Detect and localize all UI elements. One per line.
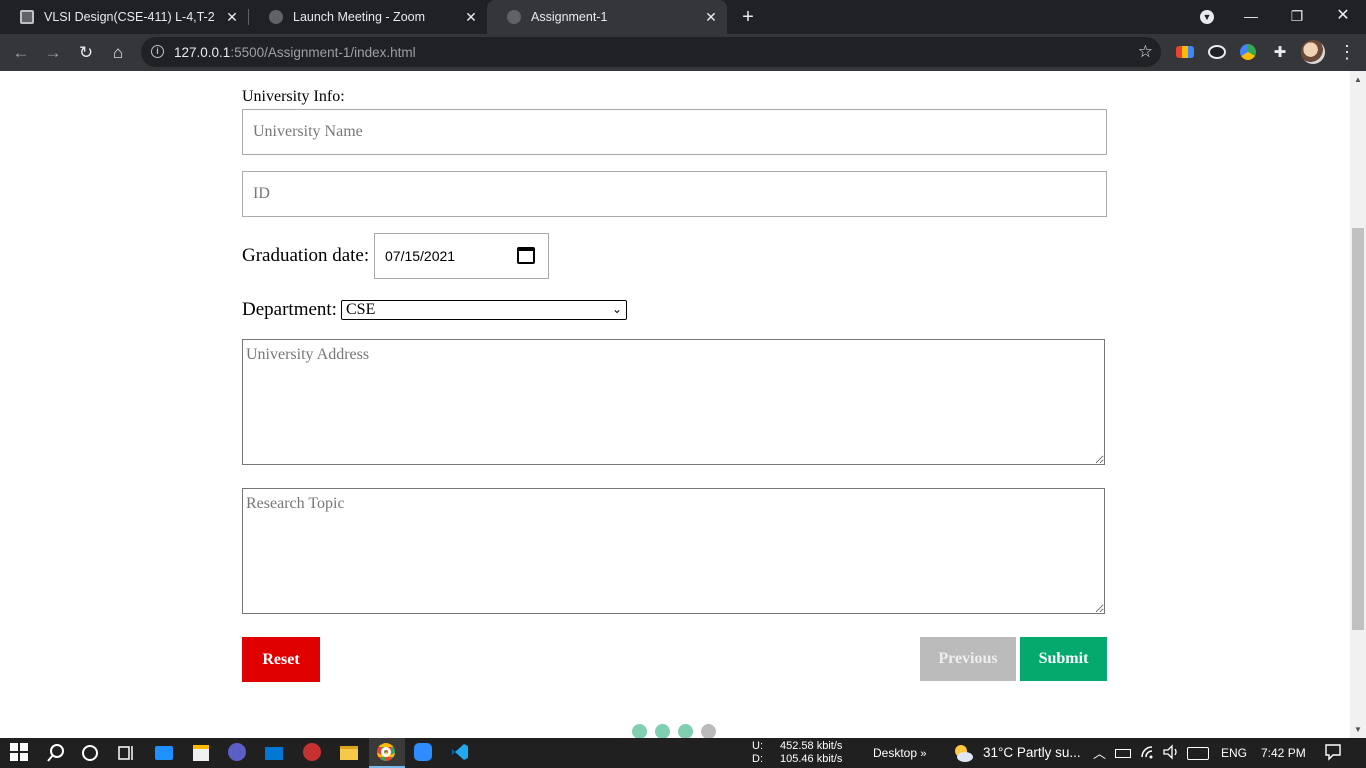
chevron-down-icon: ⌄ bbox=[611, 302, 622, 316]
tab-title: Assignment-1 bbox=[531, 10, 608, 24]
tab-zoom-meeting[interactable]: Launch Meeting - Zoom ✕ bbox=[249, 0, 487, 34]
graduation-date-value: 07/15/2021 bbox=[385, 248, 456, 264]
university-name-input[interactable] bbox=[242, 109, 1107, 155]
url-text[interactable]: 127.0.0.1:5500/Assignment-1/index.html bbox=[174, 45, 416, 60]
extension-icon[interactable] bbox=[1176, 46, 1194, 58]
department-label: Department: bbox=[242, 299, 337, 320]
forward-icon[interactable]: → bbox=[42, 42, 64, 64]
app-icon[interactable] bbox=[228, 743, 248, 763]
previous-button[interactable]: Previous bbox=[920, 637, 1016, 681]
university-address-textarea[interactable] bbox=[242, 339, 1105, 465]
reload-icon[interactable]: ↻ bbox=[75, 42, 97, 64]
close-tab-icon[interactable]: ✕ bbox=[703, 9, 719, 25]
graduation-date-input[interactable]: 07/15/2021 bbox=[374, 233, 549, 279]
home-icon[interactable]: ⌂ bbox=[107, 42, 129, 64]
store-icon[interactable] bbox=[191, 743, 211, 763]
file-explorer-icon[interactable] bbox=[340, 743, 360, 763]
app-icon[interactable] bbox=[155, 743, 175, 763]
chrome-icon[interactable] bbox=[377, 743, 397, 763]
scroll-down-icon[interactable]: ▼ bbox=[1354, 725, 1362, 734]
keyboard-icon[interactable] bbox=[1187, 743, 1209, 763]
step-indicator bbox=[678, 724, 693, 738]
windows-taskbar: U: 452.58 kbit/s D: 105.46 kbit/s Desktop … bbox=[0, 738, 1366, 768]
submit-button[interactable]: Submit bbox=[1020, 637, 1107, 681]
extension-icon[interactable] bbox=[1208, 45, 1226, 59]
step-indicator bbox=[701, 724, 716, 738]
close-window-icon[interactable]: ✕ bbox=[1320, 0, 1366, 34]
restore-icon[interactable]: ❐ bbox=[1274, 0, 1320, 34]
department-select[interactable]: CSE ⌄ bbox=[341, 300, 627, 320]
kebab-menu-icon[interactable]: ⋮ bbox=[1337, 42, 1357, 62]
scrollbar-thumb[interactable] bbox=[1352, 228, 1364, 630]
globe-icon bbox=[507, 10, 521, 24]
language-indicator[interactable]: ENG bbox=[1221, 746, 1247, 760]
calendar-icon[interactable] bbox=[517, 247, 535, 264]
page-scrollbar[interactable]: ▲ ▼ bbox=[1350, 71, 1366, 738]
research-topic-textarea[interactable] bbox=[242, 488, 1105, 614]
task-view-icon[interactable] bbox=[116, 743, 136, 763]
app-icon[interactable] bbox=[303, 743, 323, 763]
university-info-label: University Info: bbox=[242, 88, 345, 105]
puzzle-icon[interactable]: ✚ bbox=[1269, 42, 1291, 64]
upload-label: U: bbox=[752, 740, 763, 752]
download-label: D: bbox=[752, 753, 763, 765]
zoom-icon[interactable] bbox=[414, 743, 434, 763]
step-indicator bbox=[655, 724, 670, 738]
profile-avatar[interactable] bbox=[1301, 40, 1325, 64]
download-speed: 105.46 kbit/s bbox=[780, 753, 843, 765]
graduation-date-label: Graduation date: bbox=[242, 245, 370, 266]
tab-vlsi-design[interactable]: VLSI Design(CSE-411) L-4,T-2 ✕ bbox=[0, 0, 248, 34]
desktop-toolbar[interactable]: Desktop » bbox=[873, 746, 927, 760]
new-tab-icon[interactable]: + bbox=[738, 7, 758, 27]
globe-icon bbox=[269, 10, 283, 24]
chevrons-icon: » bbox=[920, 748, 927, 760]
address-bar[interactable]: i 127.0.0.1:5500/Assignment-1/index.html… bbox=[141, 37, 1161, 67]
extension-icon[interactable] bbox=[1240, 44, 1256, 60]
close-tab-icon[interactable]: ✕ bbox=[224, 9, 240, 25]
page-content: University Info: Graduation date: 07/15/… bbox=[0, 71, 1350, 738]
wifi-icon[interactable] bbox=[1140, 743, 1160, 763]
search-icon[interactable] bbox=[46, 743, 66, 763]
notification-icon[interactable] bbox=[1324, 743, 1344, 763]
weather-icon[interactable] bbox=[952, 743, 973, 763]
chevron-up-icon[interactable]: ︿ bbox=[1093, 743, 1106, 762]
department-selected-value: CSE bbox=[346, 301, 376, 318]
windows-start-icon[interactable] bbox=[10, 743, 30, 763]
weather-text[interactable]: 31°C Partly su... bbox=[983, 745, 1081, 760]
tab-title: Launch Meeting - Zoom bbox=[293, 10, 426, 24]
minimize-icon[interactable]: — bbox=[1228, 0, 1274, 34]
upload-speed: 452.58 kbit/s bbox=[780, 740, 843, 752]
step-indicator bbox=[632, 724, 647, 738]
id-input[interactable] bbox=[242, 171, 1107, 217]
clock[interactable]: 7:42 PM bbox=[1261, 746, 1306, 760]
vscode-icon[interactable] bbox=[451, 743, 471, 763]
reset-button[interactable]: Reset bbox=[242, 637, 320, 682]
back-icon[interactable]: ← bbox=[10, 42, 32, 64]
scroll-up-icon[interactable]: ▲ bbox=[1354, 75, 1362, 84]
tab-title: VLSI Design(CSE-411) L-4,T-2 bbox=[44, 10, 215, 24]
classroom-icon bbox=[20, 10, 34, 24]
close-tab-icon[interactable]: ✕ bbox=[463, 9, 479, 25]
battery-icon[interactable] bbox=[1115, 743, 1135, 763]
info-icon[interactable]: i bbox=[151, 45, 164, 58]
network-speed: U: 452.58 kbit/s D: 105.46 kbit/s bbox=[752, 740, 842, 766]
cortana-icon[interactable] bbox=[80, 743, 100, 763]
tab-assignment-1[interactable]: Assignment-1 ✕ bbox=[487, 0, 727, 34]
browser-tab-strip: VLSI Design(CSE-411) L-4,T-2 ✕ Launch Me… bbox=[0, 0, 1366, 34]
volume-icon[interactable] bbox=[1162, 743, 1182, 763]
tab-search-icon[interactable]: ▼ bbox=[1184, 0, 1230, 34]
bookmark-star-icon[interactable]: ☆ bbox=[1138, 42, 1153, 62]
browser-toolbar: ← → ↻ ⌂ i 127.0.0.1:5500/Assignment-1/in… bbox=[0, 34, 1366, 71]
mail-icon[interactable] bbox=[265, 743, 285, 763]
